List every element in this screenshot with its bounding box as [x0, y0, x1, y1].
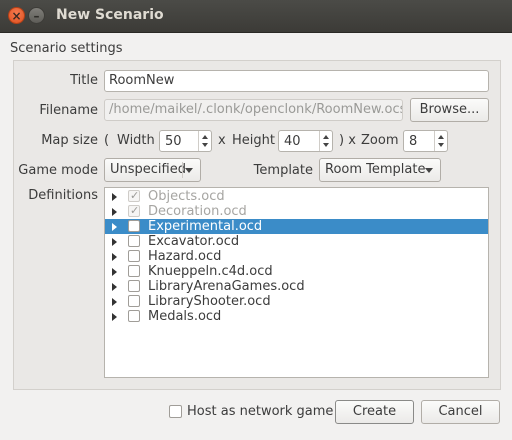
row-checkbox[interactable]	[128, 310, 140, 322]
chevron-down-icon	[425, 168, 433, 173]
zoom-value: 8	[409, 134, 418, 149]
filename-input: /home/maikel/.clonk/openclonk/RoomNew.oc…	[104, 99, 403, 121]
row-checkbox[interactable]	[128, 250, 140, 262]
row-label: Objects.ocd	[148, 189, 225, 204]
expand-arrow-icon[interactable]	[112, 298, 117, 306]
height-stepper-arrows[interactable]	[319, 131, 332, 151]
gamemode-label: Game mode	[18, 163, 98, 178]
title-label: Title	[70, 73, 98, 88]
row-checkbox[interactable]	[128, 265, 140, 277]
row-checkbox[interactable]	[128, 280, 140, 292]
tree-row[interactable]: Hazard.ocd	[105, 249, 488, 264]
definitions-label: Definitions	[28, 188, 98, 203]
width-label: Width	[117, 133, 155, 148]
increment-icon[interactable]	[323, 135, 329, 139]
row-label: LibraryArenaGames.ocd	[148, 279, 305, 294]
template-label: Template	[253, 163, 313, 178]
minimize-window-icon[interactable]: –	[28, 7, 45, 24]
decrement-icon[interactable]	[438, 143, 444, 147]
title-input[interactable]: RoomNew	[104, 70, 489, 92]
host-network-label[interactable]: Host as network game	[187, 404, 333, 419]
width-value: 50	[165, 134, 182, 149]
width-stepper-arrows[interactable]	[198, 131, 211, 151]
close-window-icon[interactable]: ×	[8, 7, 25, 24]
chevron-down-icon	[185, 168, 193, 173]
height-stepper[interactable]: 40	[278, 130, 333, 152]
paren-open-text: (	[104, 133, 110, 148]
tree-row[interactable]: Medals.ocd	[105, 309, 488, 324]
host-network-checkbox[interactable]	[169, 405, 182, 418]
mapsize-label: Map size	[41, 133, 98, 148]
tree-row[interactable]: Excavator.ocd	[105, 234, 488, 249]
row-checkbox	[128, 188, 140, 203]
browse-button[interactable]: Browse...	[410, 98, 489, 122]
definitions-tree[interactable]: Objects.ocd Decoration.ocd Experimental.…	[104, 187, 489, 378]
row-checkbox	[128, 203, 140, 218]
expand-arrow-icon[interactable]	[112, 238, 117, 246]
paren-close-x-text: ) x	[339, 133, 356, 148]
tree-row[interactable]: LibraryArenaGames.ocd	[105, 279, 488, 294]
expand-arrow-icon[interactable]	[112, 193, 117, 201]
combo-separator	[182, 162, 183, 178]
zoom-stepper[interactable]: 8	[403, 130, 448, 152]
tree-row-selected[interactable]: Experimental.ocd	[105, 219, 488, 234]
expand-arrow-icon[interactable]	[112, 313, 117, 321]
filename-label: Filename	[39, 103, 98, 118]
expand-arrow-icon[interactable]	[112, 283, 117, 291]
zoom-stepper-arrows[interactable]	[434, 131, 447, 151]
expand-arrow-icon[interactable]	[112, 223, 117, 231]
zoom-label: Zoom	[361, 133, 399, 148]
create-button[interactable]: Create	[335, 400, 414, 424]
height-label: Height	[232, 133, 275, 148]
tree-row[interactable]: Decoration.ocd	[105, 203, 488, 219]
row-label: Experimental.ocd	[148, 219, 263, 234]
row-checkbox[interactable]	[128, 235, 140, 247]
decrement-icon[interactable]	[323, 143, 329, 147]
row-label: LibraryShooter.ocd	[148, 294, 271, 309]
title-bar: × – New Scenario	[0, 0, 512, 33]
row-checkbox[interactable]	[128, 220, 140, 232]
group-label: Scenario settings	[10, 41, 123, 56]
gamemode-value: Unspecified	[110, 162, 186, 177]
tree-row[interactable]: Knueppeln.c4d.ocd	[105, 264, 488, 279]
row-label: Knueppeln.c4d.ocd	[148, 264, 273, 279]
expand-arrow-icon[interactable]	[112, 253, 117, 261]
cancel-button[interactable]: Cancel	[421, 400, 500, 424]
increment-icon[interactable]	[438, 135, 444, 139]
template-select[interactable]: Room Template	[319, 158, 441, 182]
increment-icon[interactable]	[202, 135, 208, 139]
width-stepper[interactable]: 50	[159, 130, 212, 152]
row-label: Decoration.ocd	[148, 204, 247, 219]
tree-row[interactable]: LibraryShooter.ocd	[105, 294, 488, 309]
tree-row[interactable]: Objects.ocd	[105, 188, 488, 204]
expand-arrow-icon[interactable]	[112, 268, 117, 276]
template-value: Room Template	[325, 162, 426, 177]
window-title: New Scenario	[56, 7, 164, 23]
height-value: 40	[284, 134, 301, 149]
times-text: x	[218, 133, 226, 148]
row-label: Hazard.ocd	[148, 249, 222, 264]
expand-arrow-icon[interactable]	[112, 208, 117, 216]
row-label: Medals.ocd	[148, 309, 222, 324]
row-label: Excavator.ocd	[148, 234, 240, 249]
gamemode-select[interactable]: Unspecified	[104, 158, 201, 182]
row-checkbox[interactable]	[128, 295, 140, 307]
decrement-icon[interactable]	[202, 143, 208, 147]
